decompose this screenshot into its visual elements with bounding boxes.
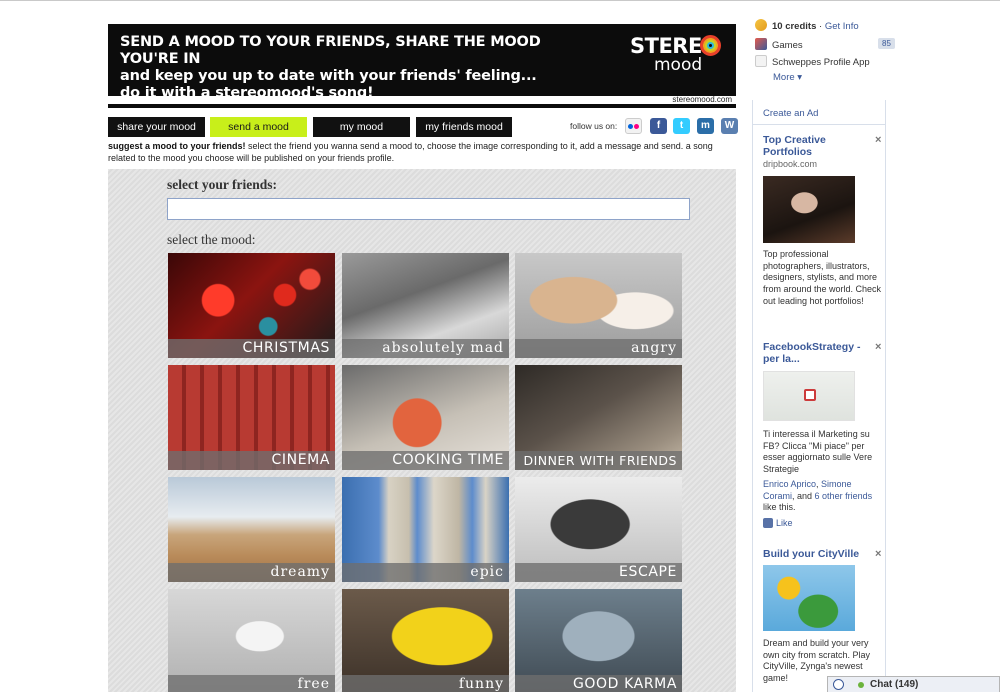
select-mood-label: select the mood: (167, 232, 256, 247)
mood-caption: angry (515, 339, 682, 358)
ad-image-facebookstrategy[interactable] (763, 371, 855, 421)
mood-caption: ESCAPE (515, 563, 682, 582)
logo-mood-text: mood (654, 55, 703, 75)
ad-title-cityville[interactable]: Build your CityVille (763, 548, 868, 560)
mood-caption: absolutely mad (342, 339, 509, 358)
ad-like-button[interactable]: Like (763, 518, 793, 528)
mood-tile-escape[interactable]: ESCAPE (515, 477, 682, 582)
games-icon (755, 38, 767, 50)
mood-tile-cooking-time[interactable]: COOKING TIME (342, 365, 509, 470)
mood-caption: CHRISTMAS (168, 339, 335, 358)
ad-close-icon[interactable]: × (875, 548, 881, 560)
myspace-icon[interactable]: m (697, 118, 714, 134)
ad-social-context: Enrico Aprico, Simone Corami, and 6 othe… (763, 479, 883, 514)
top-divider (0, 0, 1000, 1)
credits-row: 10 credits · Get Info (755, 19, 859, 32)
mood-caption: epic (342, 563, 509, 582)
mood-tile-dinner-with-friends[interactable]: DINNER WITH FRIENDS (515, 365, 682, 470)
app-row[interactable]: Schweppes Profile App (755, 55, 870, 68)
logo-ring-icon (700, 35, 721, 56)
credits-separator: · (816, 21, 825, 32)
tab-send-a-mood[interactable]: send a mood (210, 117, 307, 137)
thumbs-up-icon (763, 518, 773, 528)
mood-caption: DINNER WITH FRIENDS (515, 451, 682, 470)
facebook-icon[interactable]: f (650, 118, 667, 134)
games-label: Games (772, 40, 803, 51)
mood-caption: dreamy (168, 563, 335, 582)
mood-tile-funny[interactable]: funny (342, 589, 509, 692)
mood-tile-cinema[interactable]: CINEMA (168, 365, 335, 470)
chat-bar[interactable]: Chat (149) (827, 676, 1000, 692)
banner-line-2: and keep you up to date with your friend… (120, 68, 537, 84)
intro-bold: suggest a mood to your friends! (108, 141, 246, 151)
page: SEND A MOOD TO YOUR FRIENDS, SHARE THE M… (0, 0, 1000, 692)
mood-tile-absolutely-mad[interactable]: absolutely mad (342, 253, 509, 358)
like-label: Like (776, 518, 793, 528)
tab-my-friends-mood[interactable]: my friends mood (416, 117, 512, 137)
flickr-icon[interactable] (625, 118, 642, 134)
intro-text: suggest a mood to your friends! select t… (108, 141, 736, 164)
app-icon (755, 55, 767, 67)
mood-tile-dreamy[interactable]: dreamy (168, 477, 335, 582)
ad-image-portfolios[interactable] (763, 176, 855, 243)
more-link[interactable]: More ▾ (773, 72, 802, 83)
banner-line-1: SEND A MOOD TO YOUR FRIENDS, SHARE THE M… (120, 34, 541, 67)
ad-title-portfolios[interactable]: Top Creative Portfolios (763, 134, 868, 158)
chat-label: Chat (149) (870, 679, 919, 690)
games-count-badge: 85 (878, 38, 895, 49)
credits-coin-icon (755, 19, 767, 31)
mood-caption: free (168, 675, 335, 692)
ad-close-icon[interactable]: × (875, 341, 881, 353)
get-info-link[interactable]: Get Info (825, 21, 859, 32)
mood-tile-epic[interactable]: epic (342, 477, 509, 582)
tab-share-your-mood[interactable]: share your mood (108, 117, 205, 137)
friend-link[interactable]: Enrico Aprico (763, 479, 816, 489)
ad-body-portfolios: Top professional photographers, illustra… (763, 249, 882, 306)
credits-count: 10 credits (772, 21, 817, 32)
mood-caption: COOKING TIME (342, 451, 509, 470)
ad-image-cityville[interactable] (763, 565, 855, 631)
ad-close-icon[interactable]: × (875, 134, 881, 146)
mood-tile-free[interactable]: free (168, 589, 335, 692)
ads-divider (753, 124, 886, 125)
ad-body-facebookstrategy: Ti interessa il Marketing su FB? Clicca … (763, 429, 873, 475)
follow-us-label: follow us on: (570, 121, 618, 131)
stereomood-banner[interactable]: SEND A MOOD TO YOUR FRIENDS, SHARE THE M… (108, 24, 736, 101)
online-status-icon (858, 682, 864, 688)
other-friends-link[interactable]: 6 other friends (815, 491, 873, 501)
stereomood-logo[interactable]: STERE mood (630, 32, 721, 75)
twitter-icon[interactable]: t (673, 118, 690, 134)
mood-tile-good-karma[interactable]: GOOD KARMA (515, 589, 682, 692)
mood-tile-christmas[interactable]: CHRISTMAS (168, 253, 335, 358)
games-row[interactable]: Games (755, 38, 803, 51)
ad-domain: dripbook.com (763, 159, 818, 169)
tab-my-mood[interactable]: my mood (313, 117, 410, 137)
banner-text: SEND A MOOD TO YOUR FRIENDS, SHARE THE M… (120, 34, 600, 102)
map-pin-icon (804, 389, 816, 401)
chat-globe-icon (833, 679, 844, 690)
ad-title-facebookstrategy[interactable]: FacebookStrategy - per la... (763, 341, 868, 365)
banner-underline (108, 104, 736, 108)
friends-input[interactable] (167, 198, 690, 220)
select-friends-label: select your friends: (167, 177, 277, 192)
social-and: , and (792, 490, 815, 501)
mood-tile-angry[interactable]: angry (515, 253, 682, 358)
mood-caption: GOOD KARMA (515, 675, 682, 692)
mood-caption: CINEMA (168, 451, 335, 470)
wordpress-icon[interactable]: W (721, 118, 738, 134)
social-tail: like this. (763, 502, 796, 513)
app-label: Schweppes Profile App (772, 57, 870, 68)
create-ad-link[interactable]: Create an Ad (763, 108, 818, 119)
mood-caption: funny (342, 675, 509, 692)
